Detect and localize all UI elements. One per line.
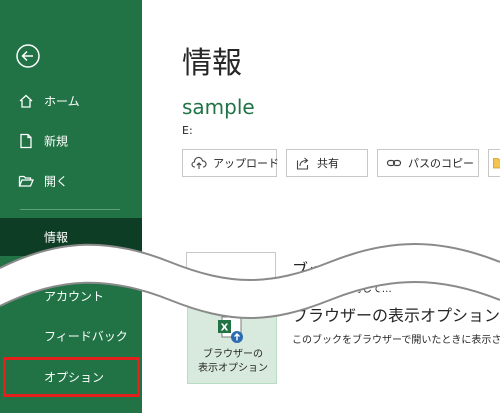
sidebar-item-feedback[interactable]: フィードバック	[0, 317, 142, 355]
file-name: sample	[182, 95, 255, 119]
share-icon	[296, 157, 309, 170]
share-button-label: 共有	[317, 157, 339, 170]
browser-view-button-line1: ブラウザーの	[203, 349, 263, 360]
link-icon	[386, 159, 402, 167]
file-path: E:	[182, 124, 193, 137]
sidebar-item-new[interactable]: 新規	[0, 122, 142, 160]
browser-view-button-line2: 表示オプション	[198, 363, 268, 374]
protect-workbook-title: ブックの保護	[292, 260, 389, 279]
protect-workbook-button[interactable]	[186, 252, 276, 282]
upload-cloud-icon	[191, 156, 207, 169]
page-title: 情報	[182, 46, 242, 81]
copy-path-button[interactable]: パスのコピー	[377, 149, 479, 177]
new-document-icon	[20, 133, 32, 149]
browser-view-options-desc: このブックをブラウザーで開いたときに表示され	[292, 335, 500, 346]
copy-path-button-label: パスのコピー	[408, 157, 474, 170]
browser-view-options-button[interactable]: X ブラウザーの 表示オプション	[187, 302, 277, 384]
sidebar-divider	[20, 209, 120, 210]
sidebar-item-label: 新規	[44, 134, 69, 149]
sidebar-item-label: 情報	[44, 230, 69, 245]
sidebar-item-label: フィードバック	[44, 329, 128, 344]
sidebar-item-label: ホーム	[44, 94, 80, 109]
excel-browser-icon: X	[218, 316, 243, 343]
home-icon	[19, 94, 33, 108]
folder-icon	[493, 158, 500, 169]
backstage-sidebar: ホーム 新規 開く 情報 名前を付けて保存 アカウント フィードバック オプショ…	[0, 0, 142, 413]
sidebar-item-home[interactable]: ホーム	[0, 82, 142, 120]
sidebar-item-info[interactable]: 情報	[0, 218, 142, 256]
info-pane: 情報 sample E: アップロード 共有 パスのコピー ブックの保護 このブ…	[142, 0, 500, 413]
sidebar-item-label: アカウント	[44, 289, 105, 304]
open-folder-icon	[18, 175, 34, 187]
protect-workbook-desc: このブックに対して…	[292, 284, 392, 295]
browser-view-options-title: ブラウザーの表示オプション	[292, 306, 500, 325]
back-arrow-icon[interactable]	[14, 42, 42, 70]
svg-text:X: X	[221, 323, 229, 334]
sidebar-item-label: 開く	[44, 174, 69, 189]
sidebar-item-open[interactable]: 開く	[0, 162, 142, 200]
sidebar-item-account[interactable]: アカウント	[0, 277, 142, 315]
share-button[interactable]: 共有	[286, 149, 368, 177]
upload-button[interactable]: アップロード	[182, 149, 279, 177]
upload-button-label: アップロード	[213, 157, 279, 170]
options-highlight-frame	[3, 357, 140, 397]
open-location-button[interactable]	[488, 149, 500, 177]
